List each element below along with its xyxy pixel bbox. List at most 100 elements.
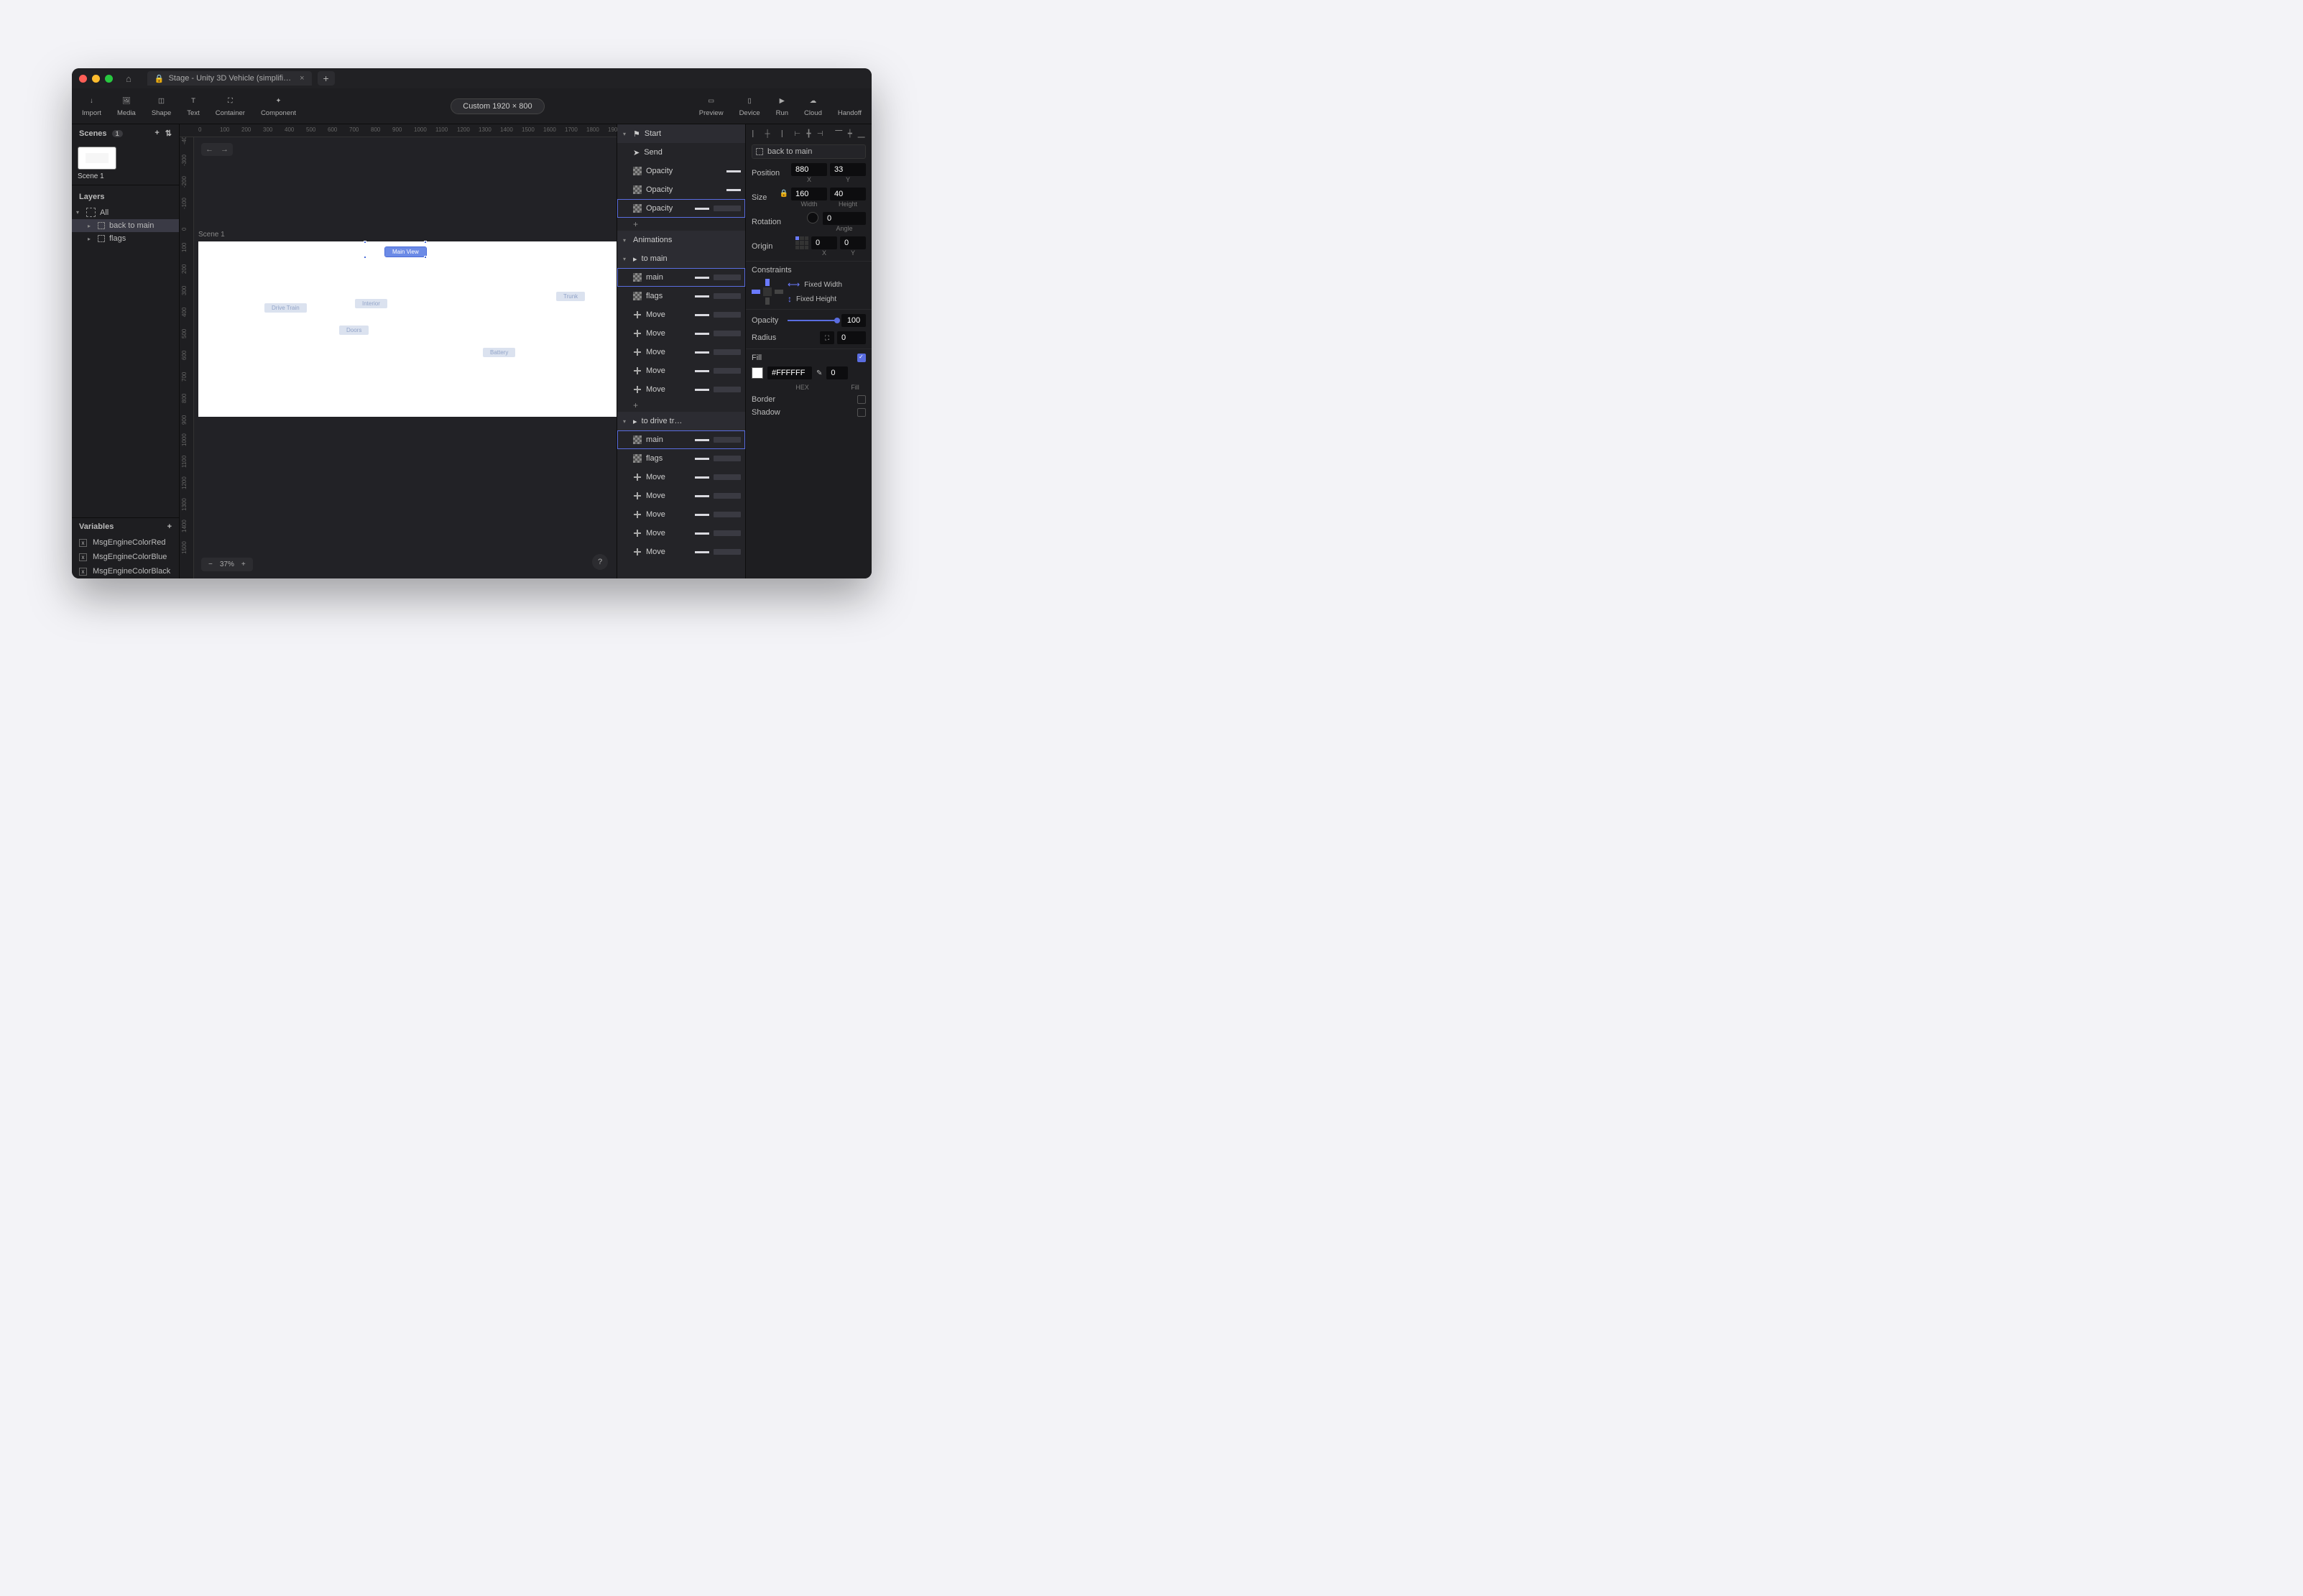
opacity-input[interactable]: 100	[841, 314, 866, 327]
timeline-clip[interactable]	[695, 314, 709, 316]
timeline-track[interactable]	[714, 368, 741, 374]
timeline-clip[interactable]	[695, 458, 709, 460]
nav-forward-button[interactable]: →	[221, 145, 229, 154]
event-row[interactable]: Move	[617, 324, 745, 343]
add-variable-button[interactable]: +	[167, 522, 172, 531]
align-top-icon[interactable]: ⎺	[834, 129, 844, 139]
run-tool[interactable]: ▶Run	[776, 95, 788, 117]
canvas-flag[interactable]: Drive Train	[264, 303, 307, 313]
layer-row[interactable]: ▸flags	[72, 232, 179, 245]
fixed-width-toggle[interactable]: ⟷Fixed Width	[788, 280, 842, 290]
timeline-track[interactable]	[714, 206, 741, 211]
align-left-icon[interactable]: ⎸	[752, 129, 761, 139]
timeline-clip[interactable]	[695, 370, 709, 372]
fill-hex-input[interactable]: #FFFFFF	[767, 366, 812, 379]
timeline-clip[interactable]	[695, 439, 709, 441]
canvas-flag[interactable]: Main View	[385, 247, 426, 257]
canvas-flag[interactable]: Trunk	[556, 292, 585, 301]
event-row[interactable]: Move	[617, 343, 745, 361]
layer-row[interactable]: ▾All	[72, 206, 179, 219]
timeline-track[interactable]	[714, 312, 741, 318]
zoom-out-button[interactable]: −	[208, 561, 213, 568]
align-right-icon[interactable]: ⎹	[774, 129, 783, 139]
cloud-tool[interactable]: ☁Cloud	[804, 95, 822, 117]
add-scene-button[interactable]: +	[154, 129, 159, 138]
disclosure-triangle-icon[interactable]: ▾	[623, 237, 629, 244]
distribute-h-icon[interactable]: ⊢	[793, 129, 802, 139]
add-action-button[interactable]: +	[617, 399, 745, 412]
event-row[interactable]: ➤Send	[617, 143, 745, 162]
disclosure-triangle-icon[interactable]: ▾	[623, 418, 629, 425]
event-header[interactable]: ▾▸to main	[617, 249, 745, 268]
position-x-input[interactable]: 880	[791, 163, 827, 176]
event-row[interactable]: Opacity	[617, 199, 745, 218]
event-row[interactable]: flags	[617, 449, 745, 468]
component-tool[interactable]: ✦Component	[261, 95, 296, 117]
event-row[interactable]: main	[617, 268, 745, 287]
timeline-track[interactable]	[714, 493, 741, 499]
nav-back-button[interactable]: ←	[206, 145, 213, 154]
event-row[interactable]: Move	[617, 486, 745, 505]
event-row[interactable]: Move	[617, 305, 745, 324]
rotation-input[interactable]: 0	[823, 212, 866, 225]
document-tab[interactable]: 🔒 Stage - Unity 3D Vehicle (simplifi… ×	[147, 71, 312, 86]
fixed-height-toggle[interactable]: ↕Fixed Height	[788, 294, 842, 304]
fill-enabled-checkbox[interactable]	[857, 354, 866, 362]
event-row[interactable]: Opacity	[617, 180, 745, 199]
sort-scenes-button[interactable]: ⇅	[165, 129, 172, 138]
origin-y-input[interactable]: 0	[840, 236, 866, 249]
add-action-button[interactable]: +	[617, 218, 745, 231]
import-tool[interactable]: ↓Import	[82, 95, 101, 117]
event-row[interactable]: flags	[617, 287, 745, 305]
timeline-track[interactable]	[714, 387, 741, 392]
event-header[interactable]: ▾Animations	[617, 231, 745, 249]
event-row[interactable]: Move	[617, 468, 745, 486]
canvas-flag[interactable]: Battery	[483, 348, 515, 357]
handoff-tool[interactable]: Handoff	[838, 95, 862, 117]
event-row[interactable]: Move	[617, 380, 745, 399]
width-input[interactable]: 160	[791, 188, 827, 200]
device-tool[interactable]: ▯Device	[739, 95, 760, 117]
align-bottom-icon[interactable]: ⎽	[857, 129, 866, 139]
origin-x-input[interactable]: 0	[811, 236, 837, 249]
fill-swatch[interactable]	[752, 367, 763, 379]
timeline-track[interactable]	[714, 293, 741, 299]
home-icon[interactable]: ⌂	[126, 73, 131, 84]
timeline-track[interactable]	[714, 331, 741, 336]
help-button[interactable]: ?	[592, 554, 608, 570]
radius-input[interactable]: 0	[837, 331, 866, 344]
event-row[interactable]: Move	[617, 524, 745, 543]
text-tool[interactable]: TText	[187, 95, 199, 117]
constraints-grid[interactable]	[752, 279, 783, 305]
layer-row[interactable]: ▸back to main	[72, 219, 179, 232]
timeline-clip[interactable]	[695, 208, 709, 210]
event-row[interactable]: Move	[617, 543, 745, 561]
timeline-clip[interactable]	[726, 170, 741, 172]
scene-thumbnail[interactable]: Scene 1	[78, 147, 173, 180]
event-row[interactable]: Opacity	[617, 162, 745, 180]
add-tab-button[interactable]: +	[318, 71, 335, 86]
timeline-track[interactable]	[714, 512, 741, 517]
disclosure-triangle-icon[interactable]: ▾	[623, 131, 629, 137]
event-row[interactable]: Move	[617, 361, 745, 380]
canvas-size-chip[interactable]: Custom 1920 × 800	[451, 98, 544, 114]
timeline-clip[interactable]	[695, 389, 709, 391]
timeline-clip[interactable]	[726, 189, 741, 191]
event-header[interactable]: ▾▸to drive tr…	[617, 412, 745, 430]
timeline-track[interactable]	[714, 530, 741, 536]
preview-tool[interactable]: ▭Preview	[699, 95, 724, 117]
align-vcenter-icon[interactable]: ┿	[846, 129, 855, 139]
timeline-clip[interactable]	[695, 532, 709, 535]
lock-aspect-icon[interactable]: 🔒	[780, 190, 788, 198]
variable-row[interactable]: xMsgEngineColorBlue	[72, 550, 179, 564]
shape-tool[interactable]: ◫Shape	[152, 95, 171, 117]
container-tool[interactable]: ⛶Container	[216, 95, 245, 117]
zoom-in-button[interactable]: +	[241, 561, 246, 568]
variable-row[interactable]: xMsgEngineColorBlack	[72, 564, 179, 578]
event-row[interactable]: main	[617, 430, 745, 449]
timeline-clip[interactable]	[695, 351, 709, 354]
close-window-button[interactable]	[79, 75, 87, 83]
fill-opacity-input[interactable]: 0	[826, 366, 848, 379]
rotation-dial[interactable]	[807, 212, 818, 223]
border-enabled-checkbox[interactable]	[857, 395, 866, 404]
